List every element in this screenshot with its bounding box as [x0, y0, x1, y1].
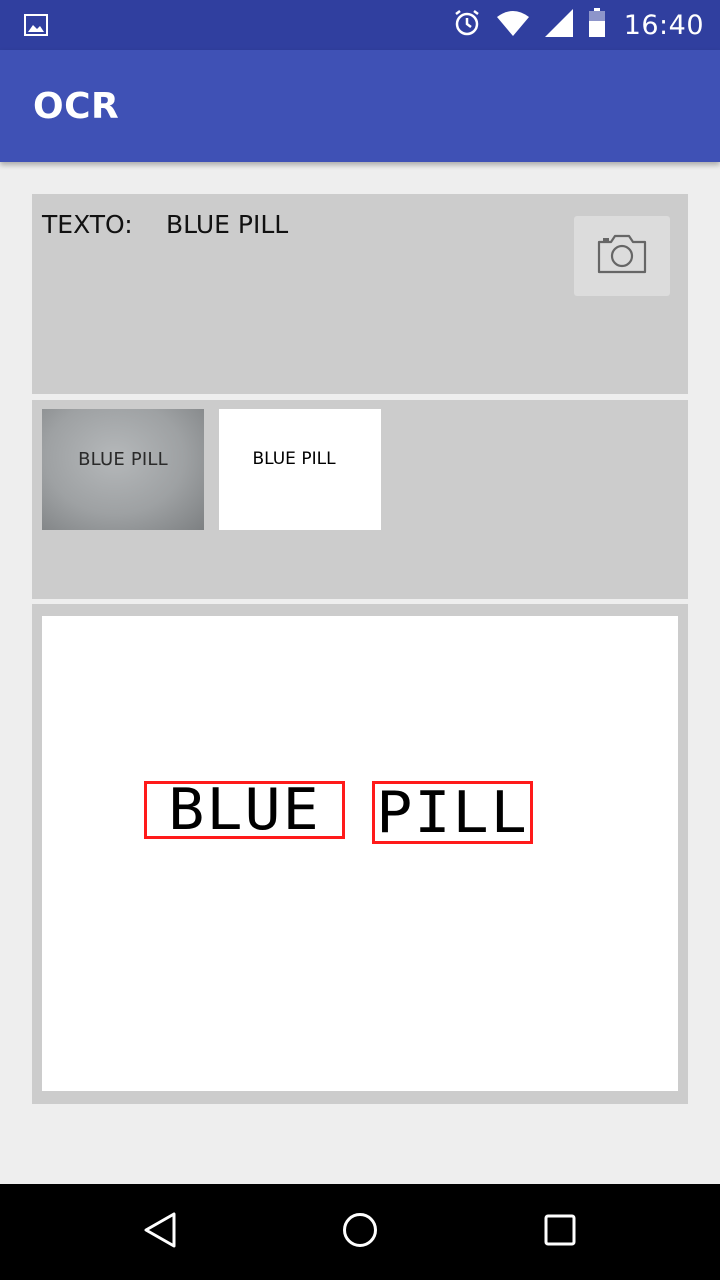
wifi-icon	[496, 9, 530, 41]
binarized-image-thumbnail[interactable]: BLUE PILL	[219, 409, 381, 530]
battery-icon	[588, 8, 606, 42]
status-bar: 16:40	[0, 0, 720, 50]
binarized-image-text: BLUE PILL	[252, 448, 336, 469]
original-image-text: BLUE PILL	[78, 449, 168, 470]
detection-image: BLUE PILL	[42, 616, 678, 1091]
word-box-2: PILL	[372, 781, 533, 844]
result-panel: TEXTO: BLUE PILL	[32, 194, 688, 394]
gallery-icon	[24, 14, 48, 36]
detected-word-2: PILL	[376, 781, 529, 844]
home-button[interactable]	[336, 1208, 384, 1256]
original-image-thumbnail[interactable]: BLUE PILL	[42, 409, 204, 530]
detection-panel: BLUE PILL	[32, 604, 688, 1104]
app-bar: OCR	[0, 50, 720, 162]
detected-word-1: BLUE	[168, 781, 321, 839]
recents-icon	[540, 1210, 580, 1254]
recents-button[interactable]	[536, 1208, 584, 1256]
navigation-bar	[0, 1184, 720, 1280]
thumbnails-panel: BLUE PILL BLUE PILL	[32, 400, 688, 599]
signal-icon	[544, 8, 574, 42]
word-box-1: BLUE	[144, 781, 345, 839]
texto-value: BLUE PILL	[166, 210, 289, 239]
camera-button[interactable]	[574, 216, 670, 296]
back-button[interactable]	[136, 1208, 184, 1256]
home-icon	[340, 1210, 380, 1254]
app-title: OCR	[33, 86, 120, 127]
texto-label: TEXTO:	[42, 210, 133, 239]
alarm-icon	[452, 8, 482, 42]
camera-icon	[596, 233, 648, 279]
back-icon	[140, 1210, 180, 1254]
status-time: 16:40	[623, 9, 704, 41]
